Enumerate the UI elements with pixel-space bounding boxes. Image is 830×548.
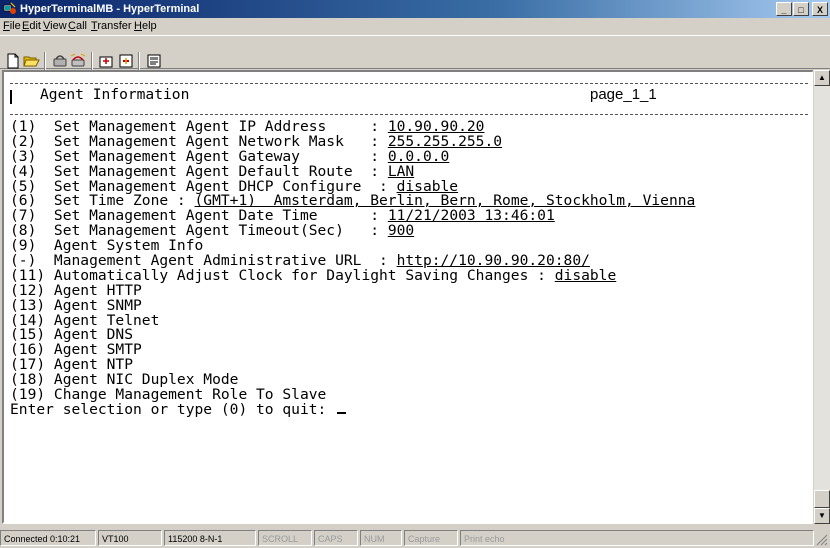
terminal-value: 900 xyxy=(387,222,415,240)
send-file-icon[interactable] xyxy=(98,52,116,70)
header-page: page_1_1 xyxy=(590,86,657,103)
terminal-header: Agent Information page_1_1 xyxy=(10,84,808,114)
terminal-line: Enter selection or type (0) to quit: xyxy=(10,400,808,418)
open-icon[interactable] xyxy=(22,52,40,70)
terminal-panel[interactable]: Agent Information page_1_1 (1) Set Manag… xyxy=(2,70,814,524)
status-capture: Capture xyxy=(404,530,458,546)
status-port-settings: 115200 8-N-1 xyxy=(164,530,256,546)
terminal-lines: (1) Set Management Agent IP Address : 10… xyxy=(10,119,808,418)
status-scroll: SCROLL xyxy=(258,530,312,546)
scroll-up-button[interactable]: ▲ xyxy=(814,70,830,86)
menu-transfer[interactable]: Transfer xyxy=(91,20,132,33)
status-caps: CAPS xyxy=(314,530,358,546)
menu-edit[interactable]: Edit xyxy=(22,20,41,33)
scroll-thumb[interactable] xyxy=(814,490,830,508)
menu-view[interactable]: View xyxy=(43,20,67,33)
status-print-echo: Print echo xyxy=(460,530,814,546)
status-bar: Connected 0:10:21 VT100 115200 8-N-1 SCR… xyxy=(0,528,830,548)
receive-file-icon[interactable] xyxy=(116,52,134,70)
disconnect-icon[interactable] xyxy=(51,52,69,70)
minimize-button[interactable]: _ xyxy=(776,2,792,16)
menu-call[interactable]: Call xyxy=(68,20,87,33)
menu-file[interactable]: File xyxy=(3,20,21,33)
terminal-value: disable xyxy=(554,266,617,284)
header-left-bar xyxy=(10,90,12,104)
hyperterminal-app-icon xyxy=(3,2,16,14)
window-title: HyperTerminalMB - HyperTerminal xyxy=(20,3,200,15)
maximize-button[interactable]: □ xyxy=(793,2,809,16)
toolbar-separator xyxy=(44,52,46,70)
scroll-down-button[interactable]: ▼ xyxy=(814,508,830,524)
text-cursor xyxy=(337,411,347,414)
dial-icon[interactable] xyxy=(69,52,87,70)
resize-grip-icon[interactable] xyxy=(816,534,828,546)
close-button[interactable]: X xyxy=(812,2,828,16)
status-num: NUM xyxy=(360,530,402,546)
status-connected: Connected 0:10:21 xyxy=(0,530,96,546)
toolbar xyxy=(0,35,830,70)
toolbar-separator xyxy=(138,52,140,70)
vertical-scrollbar[interactable]: ▲ ▼ xyxy=(813,70,830,524)
header-bottom-rule xyxy=(10,114,808,115)
header-title: Agent Information xyxy=(40,86,190,103)
terminal-screen[interactable]: Agent Information page_1_1 (1) Set Manag… xyxy=(10,77,808,520)
new-connection-icon[interactable] xyxy=(4,52,22,70)
menu-bar: File Edit View Call Transfer Help xyxy=(0,18,830,35)
menu-help[interactable]: Help xyxy=(134,20,157,33)
properties-icon[interactable] xyxy=(145,52,163,70)
title-bar[interactable]: HyperTerminalMB - HyperTerminal _ □ X xyxy=(0,0,830,18)
toolbar-separator xyxy=(91,52,93,70)
hyperterminal-window: HyperTerminalMB - HyperTerminal _ □ X Fi… xyxy=(0,0,830,548)
status-emulation: VT100 xyxy=(98,530,162,546)
terminal-text: Enter selection or type (0) to quit: xyxy=(10,400,336,418)
